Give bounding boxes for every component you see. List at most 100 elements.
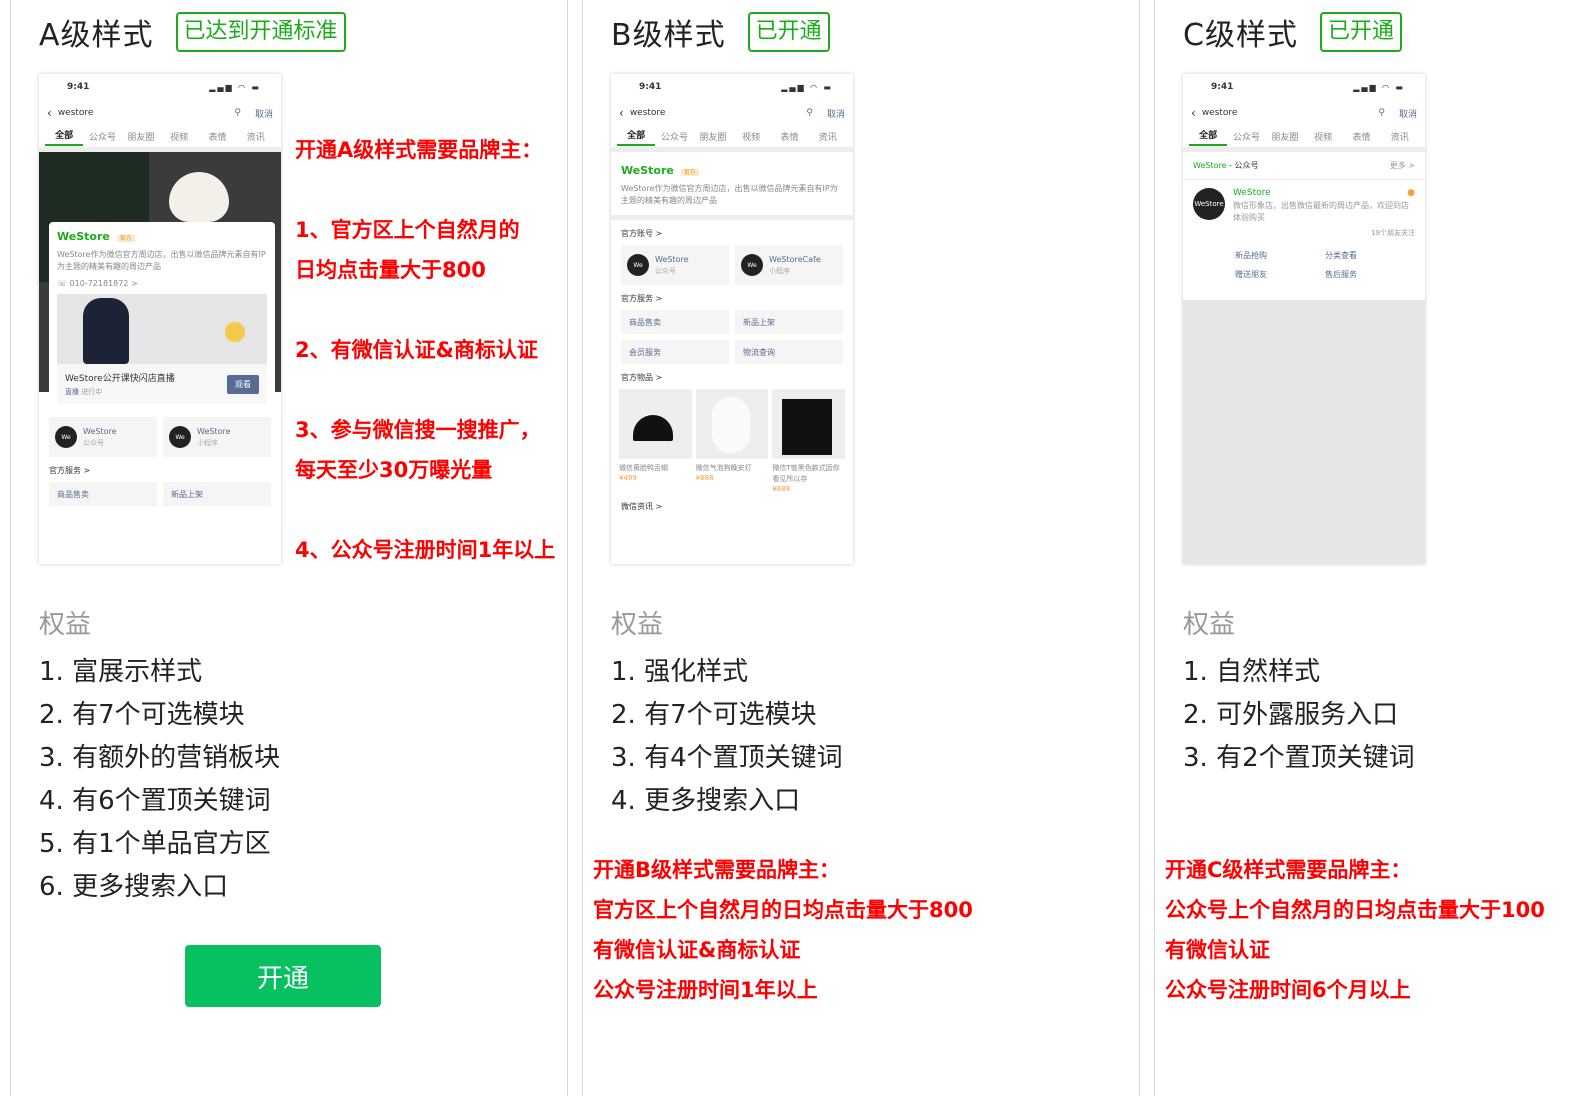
level-a-perks: 权益 1. 富展示样式 2. 有7个可选模块 3. 有额外的营销板块 4. 有6… [39, 604, 280, 909]
level-b-requirements: 开通B级样式需要品牌主： 官方区上个自然月的日均点击量大于800 有微信认证&商… [593, 850, 973, 1010]
level-a-title: A级样式 [39, 18, 154, 53]
phone-status-bar: 9:41 ▂▄▆ ◠ ▬ [1183, 74, 1425, 100]
requirement-line: 公众号上个自然月的日均点击量大于100 [1165, 898, 1545, 922]
open-level-a-button[interactable]: 开通 [185, 945, 381, 1007]
phone-time: 9:41 [1211, 82, 1234, 92]
perk-item: 4. 有6个置顶关键词 [39, 786, 271, 816]
phone-search-bar: ‹ westore ⚲ 取消 [1183, 100, 1425, 126]
account-type: 公众号 [655, 266, 676, 275]
westore-logo-icon: We [627, 254, 649, 276]
perk-item: 4. 更多搜索入口 [611, 786, 801, 816]
brand-description: WeStore作为微信官方周边店，出售以微信品牌元素自有IP为主题的精美有趣的周… [621, 184, 838, 205]
service-item: 商品售卖 [49, 482, 157, 506]
cancel-link: 取消 [1398, 109, 1417, 120]
search-query: westore [1201, 108, 1238, 118]
account-name: WeStore [1233, 188, 1271, 198]
westore-logo-icon: We [169, 426, 191, 448]
tab-all: 全部 [617, 128, 656, 146]
search-query: westore [57, 108, 94, 118]
perk-item: 1. 富展示样式 [39, 657, 203, 687]
level-a-header: A级样式 已达到开通标准 [39, 10, 346, 54]
perk-item: 2. 有7个可选模块 [611, 700, 817, 730]
requirement-line: 1、官方区上个自然月的 [295, 218, 520, 242]
search-query: westore [629, 108, 666, 118]
goods-caption: 微信T恤黑色款式因你看见所以存 [772, 464, 840, 483]
phone-tabs: 全部 公众号 朋友圈 视频 表情 资讯 [1183, 126, 1425, 152]
level-b-title: B级样式 [611, 18, 726, 53]
goods-price: ¥499 [619, 474, 637, 482]
tab-official-accounts: 公众号 [1232, 133, 1260, 143]
account-type: 公众号 [83, 438, 104, 447]
account-type: 小程序 [197, 438, 218, 447]
account-card: We WeStore 公众号 [621, 245, 729, 285]
style-levels-page: A级样式 已达到开通标准 9:41 ▂▄▆ ◠ ▬ ‹ westore ⚲ 取消… [0, 0, 1596, 1096]
perk-item: 1. 强化样式 [611, 657, 749, 687]
service-item: 物流查询 [735, 340, 843, 364]
dog-lamp-image [695, 389, 769, 459]
mic-icon: ⚲ [234, 108, 241, 118]
brand-description: WeStore作为微信官方周边店，出售以微信品牌元素自有IP为主题的精美有趣的周… [57, 250, 266, 271]
signal-wifi-battery-icon: ▂▄▆ ◠ ▬ [781, 82, 833, 92]
brand-hero: WeStore 官方 WeStore作为微信官方周边店，出售以微信品牌元素自有I… [39, 152, 281, 412]
tab-news: 资讯 [246, 133, 265, 143]
perk-item: 3. 有2个置顶关键词 [1183, 743, 1415, 773]
account-card: We WeStoreCafe 小程序 [735, 245, 843, 285]
level-a-requirements: 开通A级样式需要品牌主： 1、官方区上个自然月的 日均点击量大于800 2、有微… [295, 130, 585, 570]
tab-stickers: 表情 [1352, 133, 1371, 143]
perk-item: 5. 有1个单品官方区 [39, 829, 271, 859]
requirement-line: 4、公众号注册时间1年以上 [295, 538, 556, 562]
tab-all: 全部 [1189, 128, 1228, 146]
mic-icon: ⚲ [1378, 108, 1385, 118]
service-item: 新品上架 [163, 482, 271, 506]
account-name: WeStore [83, 426, 117, 436]
requirement-line: 有微信认证&商标认证 [593, 938, 801, 962]
phone-number: 010-72181872 > [69, 279, 138, 288]
westore-logo-icon: We [741, 254, 763, 276]
wechat-news-title: 微信资讯 > [621, 502, 663, 511]
tab-news: 资讯 [1390, 133, 1409, 143]
live-cover-image [57, 294, 267, 364]
brand-card: WeStore 官方 WeStore作为微信官方周边店，出售以微信品牌元素自有I… [49, 222, 275, 412]
official-tag: 官方 [680, 169, 699, 176]
service-item: 会员服务 [621, 340, 729, 364]
tab-moments: 朋友圈 [127, 133, 155, 143]
requirement-line: 2、有微信认证&商标认证 [295, 338, 538, 362]
westore-logo-icon: We [55, 426, 77, 448]
requirement-line: 开通C级样式需要品牌主： [1165, 858, 1412, 882]
phone-search-bar: ‹ westore ⚲ 取消 [39, 100, 281, 126]
more-link: 更多 > [1389, 161, 1415, 170]
perk-item: 3. 有额外的营销板块 [39, 743, 281, 773]
requirement-line: 日均点击量大于800 [295, 258, 486, 282]
phone-time: 9:41 [67, 82, 90, 92]
brand-name: WeStore [1193, 161, 1227, 170]
official-tag: 官方 [116, 235, 135, 242]
official-services-title: 官方服务 > [49, 466, 91, 475]
live-status: 进行中 [81, 388, 103, 396]
service-item: 商品售卖 [621, 310, 729, 334]
level-c-column: C级样式 已开通 9:41 ▂▄▆ ◠ ▬ ‹ westore ⚲ 取消 全部 … [1154, 0, 1596, 1096]
signal-wifi-battery-icon: ▂▄▆ ◠ ▬ [1353, 82, 1405, 92]
level-b-perks: 权益 1. 强化样式 2. 有7个可选模块 3. 有4个置顶关键词 4. 更多搜… [611, 604, 843, 823]
account-description: 微信形象店。出售微信最新的周边产品，欢迎到店体验购买 [1233, 201, 1409, 222]
tab-video: 视频 [1314, 133, 1333, 143]
level-c-title: C级样式 [1183, 18, 1298, 53]
perks-title: 权益 [1183, 610, 1236, 640]
account-name: WeStoreCafe [769, 254, 821, 264]
account-name: WeStore [655, 254, 689, 264]
goods-item: 微信T恤黑色款式因你看见所以存 ¥688 [772, 389, 846, 493]
level-c-phone-preview: 9:41 ▂▄▆ ◠ ▬ ‹ westore ⚲ 取消 全部 公众号 朋友圈 视… [1183, 74, 1425, 564]
perk-item: 1. 自然样式 [1183, 657, 1321, 687]
account-card: We WeStore 小程序 [163, 417, 271, 457]
requirement-line: 公众号注册时间6个月以上 [1165, 978, 1411, 1002]
back-icon: ‹ [619, 106, 624, 120]
verified-icon: ● [1407, 188, 1415, 198]
cap-image [619, 389, 692, 459]
brand-phone: ☏ 010-72181872 > [57, 279, 138, 288]
goods-row: 微信黄脸鸭舌帽 ¥499 微信气泡狗晚安灯 ¥688 微信T恤黑色款式因你看见所… [611, 389, 853, 493]
phone-time: 9:41 [639, 82, 662, 92]
service-link: 赠送朋友 [1235, 270, 1267, 279]
perk-item: 2. 可外露服务入口 [1183, 700, 1399, 730]
account-section-header: WeStore - 公众号 更多 > [1183, 152, 1425, 180]
back-icon: ‹ [1191, 106, 1196, 120]
brand-name: WeStore [621, 164, 674, 177]
